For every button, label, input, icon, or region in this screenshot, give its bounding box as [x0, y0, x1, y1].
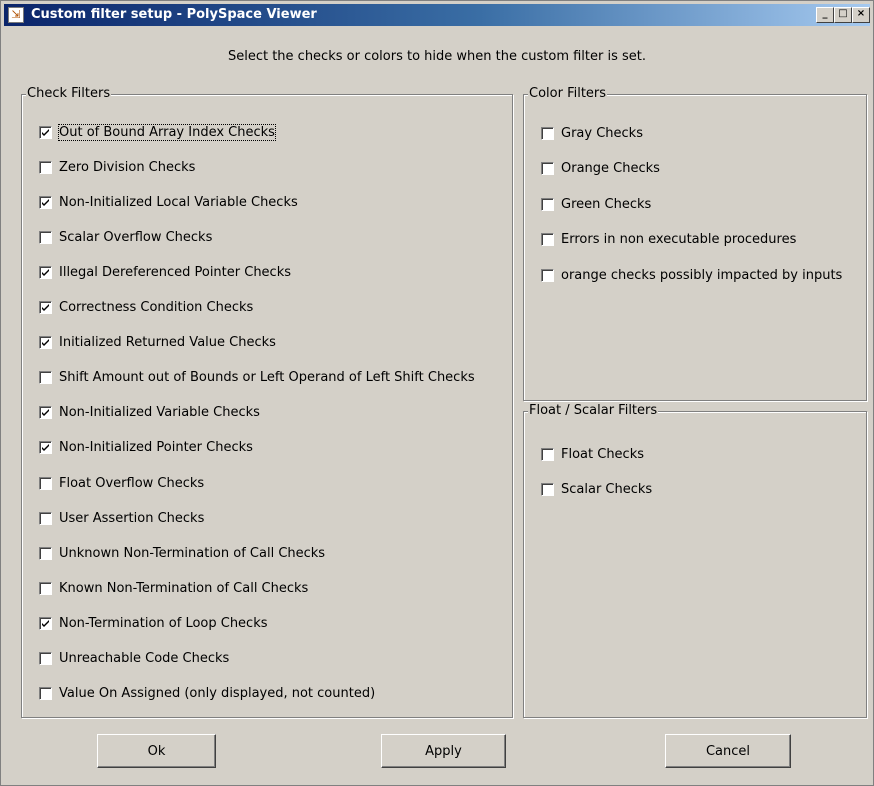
checkbox[interactable] [39, 511, 52, 525]
checkbox[interactable] [39, 301, 52, 314]
checkbox-label: Illegal Dereferenced Pointer Checks [59, 264, 292, 280]
instruction-text: Select the checks or colors to hide when… [227, 49, 647, 64]
checkbox-row[interactable]: Zero Division Checks [39, 158, 195, 176]
checkbox-row[interactable]: Known Non-Termination of Call Checks [39, 579, 308, 597]
checkbox[interactable] [39, 336, 52, 350]
check-filters-group: Check Filters Out of Bound Array Index C… [21, 86, 513, 718]
title-bar[interactable]: ⇲ Custom filter setup - PolySpace Viewer… [4, 4, 870, 26]
checkbox[interactable] [39, 230, 52, 244]
checkbox[interactable] [39, 195, 52, 209]
checkbox-label: Float Overflow Checks [59, 475, 205, 491]
checkbox-row[interactable]: Initialized Returned Value Checks [39, 334, 276, 352]
float-scalar-filters-group: Float / Scalar Filters Float Checks Scala… [523, 403, 867, 718]
checkbox-label: orange checks possibly impacted by input… [561, 267, 843, 283]
checkbox[interactable] [541, 233, 554, 246]
checkbox[interactable] [39, 371, 52, 385]
checkbox-label: Non-Initialized Variable Checks [59, 405, 260, 421]
checkbox[interactable] [541, 126, 554, 140]
checkbox-row[interactable]: Non-Initialized Local Variable Checks [39, 193, 298, 211]
checkbox-row[interactable]: orange checks possibly impacted by input… [541, 266, 842, 284]
checkbox-row[interactable]: Scalar Checks [541, 481, 652, 499]
checkbox[interactable] [39, 616, 52, 630]
checkbox-label: Gray Checks [561, 125, 643, 141]
checkbox-row[interactable]: Shift Amount out of Bounds or Left Opera… [39, 369, 475, 387]
float-scalar-filters-title: Float / Scalar Filters [528, 403, 659, 418]
color-filters-title: Color Filters [528, 86, 608, 101]
ok-button[interactable]: Ok [97, 734, 216, 768]
checkbox-label: Zero Division Checks [59, 159, 196, 175]
checkbox-label: Scalar Overflow Checks [59, 229, 213, 245]
checkbox-label: Correctness Condition Checks [59, 300, 254, 315]
checkbox-label: Unreachable Code Checks [59, 651, 230, 666]
checkbox-row[interactable]: Gray Checks [541, 124, 643, 142]
checkbox-row[interactable]: Green Checks [541, 195, 651, 213]
dialog-window: ⇲ Custom filter setup - PolySpace Viewer… [0, 0, 874, 786]
checkbox-row[interactable]: Out of Bound Array Index Checks [39, 123, 276, 141]
window-title: Custom filter setup - PolySpace Viewer [31, 7, 317, 22]
checkbox[interactable] [39, 160, 52, 174]
close-button[interactable]: × [852, 7, 870, 23]
checkbox-row[interactable]: User Assertion Checks [39, 509, 204, 527]
checkbox-label: Green Checks [561, 196, 652, 212]
checkbox-label: Shift Amount out of Bounds or Left Opera… [59, 370, 475, 386]
checkbox[interactable] [541, 268, 554, 282]
checkbox-row[interactable]: Float Checks [541, 445, 644, 463]
checkbox-row[interactable]: Unreachable Code Checks [39, 650, 229, 668]
polyspace-app-icon: ⇲ [8, 7, 24, 23]
cancel-button[interactable]: Cancel [665, 734, 791, 768]
checkbox-row[interactable]: Illegal Dereferenced Pointer Checks [39, 263, 291, 281]
color-filters-group: Color Filters Gray Checks Orange Checks Gr… [523, 86, 867, 401]
checkbox-row[interactable]: Orange Checks [541, 160, 660, 178]
checkbox[interactable] [39, 652, 52, 665]
checkbox-row[interactable]: Non-Initialized Variable Checks [39, 404, 260, 422]
checkbox-row[interactable]: Float Overflow Checks [39, 474, 204, 492]
checkbox-label: Scalar Checks [561, 482, 653, 497]
checkbox-label: Non-Initialized Pointer Checks [59, 440, 253, 456]
checkbox[interactable] [541, 162, 554, 175]
checkbox[interactable] [39, 441, 52, 455]
checkbox[interactable] [541, 447, 554, 461]
checkbox[interactable] [39, 125, 52, 139]
checkbox[interactable] [541, 197, 554, 211]
check-filters-title: Check Filters [26, 86, 112, 101]
checkbox-label: Float Checks [561, 446, 645, 462]
checkbox[interactable] [39, 581, 52, 595]
checkbox-label: User Assertion Checks [59, 510, 205, 526]
checkbox-label: Orange Checks [561, 161, 660, 176]
checkbox[interactable] [541, 483, 554, 496]
checkbox-label: Value On Assigned (only displayed, not c… [59, 686, 376, 702]
checkbox-row[interactable]: Non-Termination of Loop Checks [39, 614, 268, 632]
checkbox[interactable] [39, 265, 52, 279]
checkbox-row[interactable]: Unknown Non-Termination of Call Checks [39, 544, 325, 562]
minimize-button[interactable]: _ [816, 7, 834, 23]
checkbox-label: Errors in non executable procedures [561, 232, 797, 247]
checkbox-row[interactable]: Value On Assigned (only displayed, not c… [39, 685, 375, 703]
checkbox-label: Non-Termination of Loop Checks [59, 615, 268, 631]
checkbox-label: Known Non-Termination of Call Checks [59, 580, 309, 596]
apply-button[interactable]: Apply [381, 734, 506, 768]
checkbox-row[interactable]: Non-Initialized Pointer Checks [39, 439, 253, 457]
checkbox-label: Initialized Returned Value Checks [59, 335, 276, 351]
checkbox-row[interactable]: Correctness Condition Checks [39, 299, 253, 317]
checkbox[interactable] [39, 406, 52, 420]
checkbox-label: Unknown Non-Termination of Call Checks [59, 545, 326, 561]
checkbox-row[interactable]: Errors in non executable procedures [541, 231, 796, 249]
checkbox[interactable] [39, 687, 52, 701]
checkbox-row[interactable]: Scalar Overflow Checks [39, 228, 212, 246]
maximize-button[interactable]: □ [834, 7, 852, 23]
checkbox-label: Non-Initialized Local Variable Checks [59, 194, 298, 210]
checkbox[interactable] [39, 546, 52, 560]
checkbox-label: Out of Bound Array Index Checks [58, 123, 276, 141]
checkbox[interactable] [39, 476, 52, 490]
